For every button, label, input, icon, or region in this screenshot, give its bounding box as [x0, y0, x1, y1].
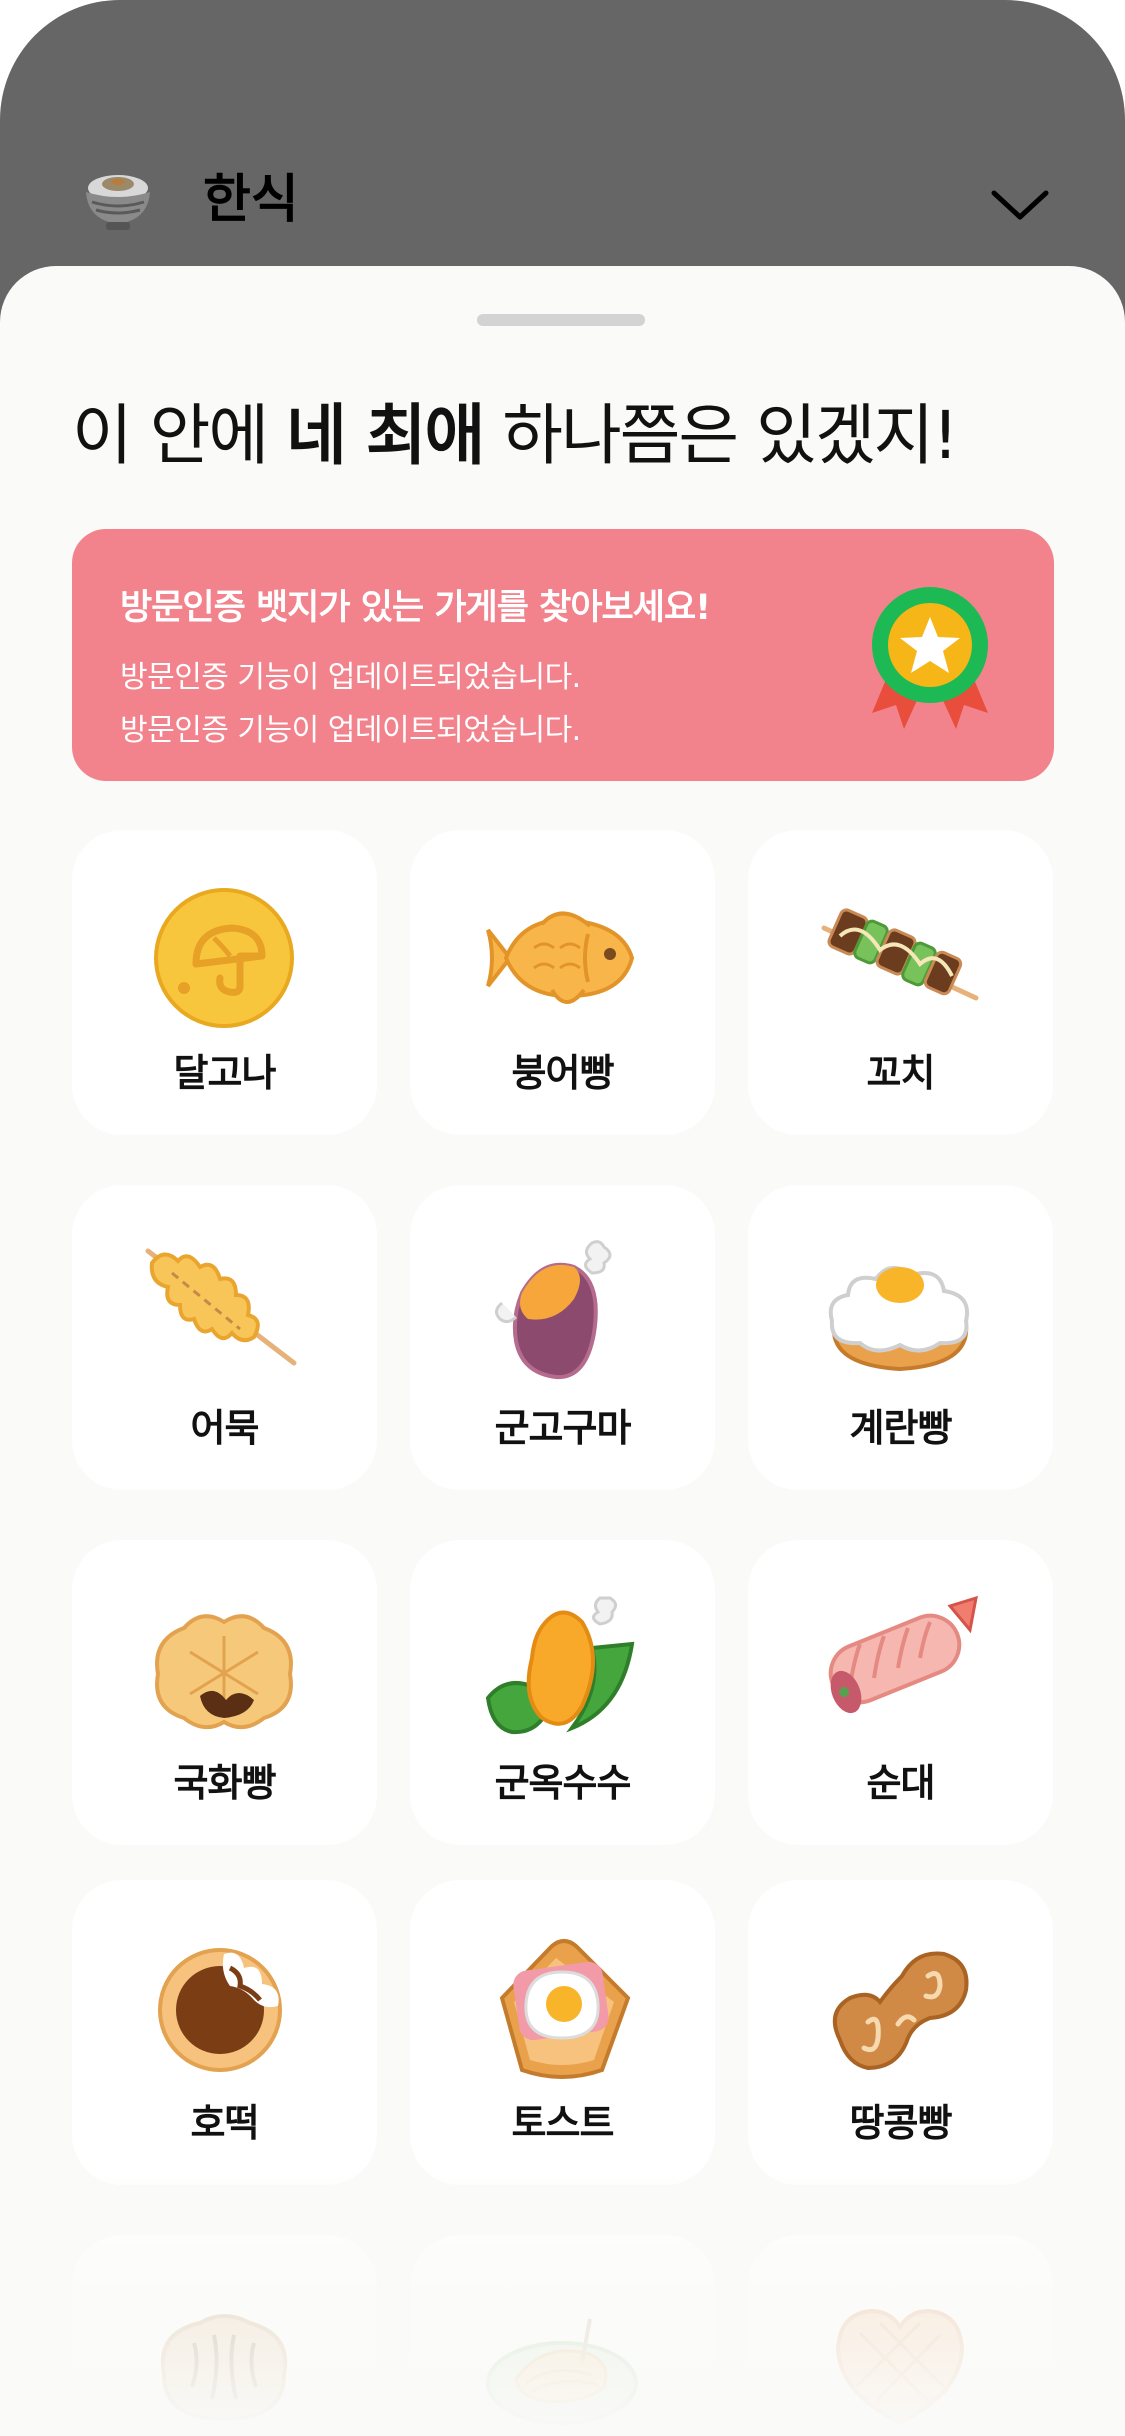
walnut-cake-icon [160, 2314, 288, 2422]
bottom-sheet: 이 안에 네 최애 하나쯤은 있겠지! 방문인증 뱃지가 있는 가게를 찾아보세… [0, 266, 1125, 2436]
sheet-drag-handle[interactable] [477, 314, 645, 326]
headline-pre: 이 안에 [72, 397, 287, 474]
visit-badge-banner[interactable]: 방문인증 뱃지가 있는 가게를 찾아보세요! 방문인증 기능이 업데이트되었습니… [72, 529, 1054, 781]
noodle-plate-icon [486, 2318, 638, 2425]
item-tile-walnut-cake[interactable] [72, 2235, 377, 2436]
item-tile-dalgona[interactable]: 달고나 [72, 830, 377, 1135]
item-tile-peanut-bread[interactable]: 땅콩빵 [748, 1880, 1053, 2185]
banner-title: 방문인증 뱃지가 있는 가게를 찾아보세요! [120, 588, 711, 628]
app-screen: 한식 이 안에 네 최애 하나쯤은 있겠지! 방문인증 뱃지가 있는 가게를 찾… [0, 0, 1125, 2436]
banner-line-1: 방문인증 기능이 업데이트되었습니다. [120, 660, 581, 695]
item-label: 토스트 [511, 2101, 615, 2145]
medal-icon [872, 587, 988, 729]
banner-line-2: 방문인증 기능이 업데이트되었습니다. [120, 713, 581, 748]
rice-bowl-icon [86, 175, 150, 230]
item-tile-chrysanthemum-bread[interactable]: 국화빵 [72, 1540, 377, 1845]
category-header[interactable]: 한식 [0, 0, 1125, 300]
item-tile-hotteok[interactable]: 호떡 [72, 1880, 377, 2185]
fish-bread-icon [486, 911, 635, 1004]
headline-post: 하나쯤은 있겠지! [483, 397, 959, 474]
item-tile-noodle-plate[interactable] [410, 2235, 715, 2436]
item-tile-sundae[interactable]: 순대 [748, 1540, 1053, 1845]
item-tile-egg-bread[interactable]: 계란빵 [748, 1185, 1053, 1490]
toast-icon [499, 1939, 631, 2079]
sundae-icon [828, 1595, 978, 1714]
dalgona-icon [154, 888, 294, 1028]
item-label: 계란빵 [849, 1406, 953, 1450]
item-tile-corn[interactable]: 군옥수수 [410, 1540, 715, 1845]
item-label: 어묵 [190, 1406, 260, 1450]
chrysanthemum-bread-icon [155, 1614, 293, 1730]
item-tile-fish-bread[interactable]: 붕어빵 [410, 830, 715, 1135]
page-headline: 이 안에 네 최애 하나쯤은 있겠지! [72, 394, 959, 478]
item-label: 군옥수수 [494, 1761, 632, 1805]
roasted-sweet-potato-icon [495, 1240, 612, 1380]
item-label: 순대 [866, 1761, 936, 1805]
waffle-heart-icon [835, 2308, 965, 2426]
item-tile-skewer[interactable]: 꼬치 [748, 830, 1053, 1135]
item-label: 땅콩빵 [849, 2101, 953, 2145]
item-label: 꼬치 [866, 1051, 936, 1095]
item-tile-waffle[interactable] [748, 2235, 1053, 2436]
skewer-icon [821, 908, 979, 1001]
item-tile-sweet-potato[interactable]: 군고구마 [410, 1185, 715, 1490]
egg-bread-icon [828, 1266, 969, 1372]
item-label: 군고구마 [494, 1406, 632, 1450]
item-label: 호떡 [190, 2101, 260, 2145]
item-tile-toast[interactable]: 토스트 [410, 1880, 715, 2185]
headline-bold: 네 최애 [286, 397, 485, 474]
chevron-down-icon[interactable] [990, 185, 1050, 225]
category-title: 한식 [203, 170, 299, 230]
peanut-bread-icon [832, 1951, 969, 2071]
hotteok-icon [158, 1948, 282, 2072]
item-label: 국화빵 [173, 1761, 277, 1805]
item-tile-fish-cake[interactable]: 어묵 [72, 1185, 377, 1490]
item-label: 달고나 [173, 1051, 277, 1095]
item-label: 붕어빵 [511, 1051, 615, 1095]
roasted-corn-icon [485, 1596, 635, 1735]
fish-cake-icon [145, 1248, 297, 1366]
